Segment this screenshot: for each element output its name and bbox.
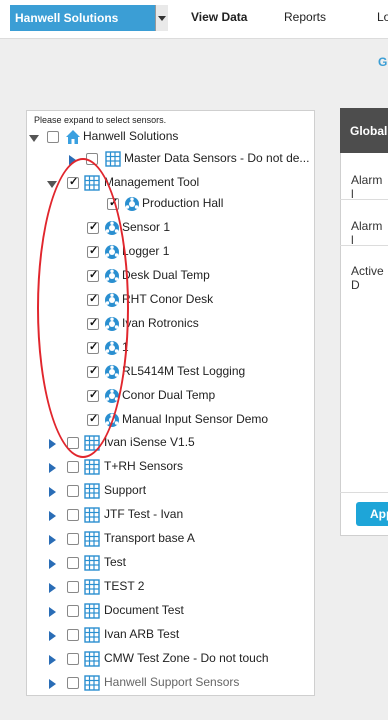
tree-node-label: Document Test [104, 603, 184, 617]
tree-node-label: Logger 1 [122, 244, 170, 258]
divider [340, 245, 388, 246]
alarm-setting-row: Alarm l [351, 219, 383, 247]
expand-icon[interactable] [49, 511, 56, 521]
apply-button[interactable]: App [356, 502, 388, 526]
alarm-setting-row: Alarm l [351, 173, 383, 201]
group-grid-icon [105, 151, 121, 167]
tree-node-label: Desk Dual Temp [122, 268, 210, 282]
tree-node-label: Management Tool [104, 175, 200, 189]
group-grid-icon [84, 651, 100, 667]
tree-node[interactable]: CMW Test Zone - Do not touch [26, 650, 315, 672]
sensor-icon [124, 196, 140, 212]
tree-node-label: RL5414M Test Logging [122, 364, 246, 378]
expand-icon[interactable] [49, 655, 56, 665]
tree-node-root[interactable]: Hanwell Solutions [26, 128, 315, 150]
tree-checkbox[interactable] [67, 461, 79, 473]
group-grid-icon [84, 579, 100, 595]
tree-node-label: TEST 2 [104, 579, 145, 593]
expand-icon[interactable] [49, 559, 56, 569]
tree-checkbox[interactable] [67, 605, 79, 617]
tree-node-label: Master Data Sensors - Do not de... [124, 151, 310, 165]
tree-node[interactable]: TEST 2 [26, 578, 315, 600]
tree-checkbox[interactable] [47, 131, 59, 143]
tree-node-label: JTF Test - Ivan [104, 507, 184, 521]
global-panel-header: Global [340, 108, 388, 153]
tree-node-label: Ivan Rotronics [122, 316, 199, 330]
site-select-value: Hanwell Solutions [15, 11, 119, 25]
annotation-oval [37, 158, 129, 458]
tree-node[interactable]: Support [26, 482, 315, 504]
tree-checkbox[interactable] [67, 653, 79, 665]
tree-node[interactable]: Hanwell Support Sensors [26, 674, 315, 696]
group-grid-icon [84, 483, 100, 499]
tree-hint: Please expand to select sensors. [34, 115, 167, 125]
tree-node-label: Transport base A [104, 531, 195, 545]
chevron-down-icon[interactable] [155, 5, 168, 31]
home-icon [65, 129, 81, 145]
tree-node-label: Support [104, 483, 147, 497]
nav-logout[interactable]: Lo [377, 10, 388, 24]
divider [340, 492, 388, 493]
site-select[interactable]: Hanwell Solutions [10, 5, 168, 31]
tree-node-label: Test [104, 555, 127, 569]
expand-icon[interactable] [29, 135, 39, 142]
expand-icon[interactable] [49, 631, 56, 641]
group-grid-icon [84, 507, 100, 523]
tree-node-label: Hanwell Solutions [83, 129, 179, 143]
tree-node[interactable]: Transport base A [26, 530, 315, 552]
expand-icon[interactable] [49, 463, 56, 473]
apply-button-label: App [370, 507, 388, 521]
tree-node-label: Manual Input Sensor Demo [122, 412, 269, 426]
group-grid-icon [84, 675, 100, 691]
top-link[interactable]: G [378, 55, 387, 69]
expand-icon[interactable] [49, 679, 56, 689]
nav-view-data[interactable]: View Data [191, 10, 247, 24]
divider [340, 199, 388, 200]
tree-checkbox[interactable] [67, 509, 79, 521]
group-grid-icon [84, 459, 100, 475]
tree-checkbox[interactable] [67, 581, 79, 593]
tree-node[interactable]: Ivan ARB Test [26, 626, 315, 648]
tree-node-label: Conor Dual Temp [122, 388, 216, 402]
tree-node[interactable]: T+RH Sensors [26, 458, 315, 480]
tree-node[interactable]: Document Test [26, 602, 315, 624]
expand-icon[interactable] [49, 607, 56, 617]
tree-checkbox[interactable] [67, 533, 79, 545]
tree-node-label: T+RH Sensors [104, 459, 184, 473]
tree-node-label: Ivan ARB Test [104, 627, 180, 641]
active-setting-row: Active D [351, 264, 384, 292]
group-grid-icon [84, 531, 100, 547]
group-grid-icon [84, 555, 100, 571]
tree-node-label: Hanwell Support Sensors [104, 675, 240, 689]
tree-checkbox[interactable] [67, 557, 79, 569]
tree-node[interactable]: Test [26, 554, 315, 576]
expand-icon[interactable] [49, 439, 56, 449]
global-panel-title: Global [350, 124, 388, 138]
expand-icon[interactable] [49, 535, 56, 545]
expand-icon[interactable] [49, 583, 56, 593]
group-grid-icon [84, 603, 100, 619]
tree-node-label: Sensor 1 [122, 220, 171, 234]
tree-node-label: RHT Conor Desk [122, 292, 214, 306]
tree-node[interactable]: JTF Test - Ivan [26, 506, 315, 528]
tree-node-label: Production Hall [142, 196, 224, 210]
group-grid-icon [84, 627, 100, 643]
top-bar: Hanwell Solutions View Data Reports Lo [0, 0, 388, 39]
tree-node-label: CMW Test Zone - Do not touch [104, 651, 269, 665]
tree-node-label: Ivan iSense V1.5 [104, 435, 195, 449]
expand-icon[interactable] [49, 487, 56, 497]
tree-checkbox[interactable] [67, 485, 79, 497]
nav-reports[interactable]: Reports [284, 10, 326, 24]
tree-checkbox[interactable] [67, 677, 79, 689]
tree-checkbox[interactable] [67, 629, 79, 641]
